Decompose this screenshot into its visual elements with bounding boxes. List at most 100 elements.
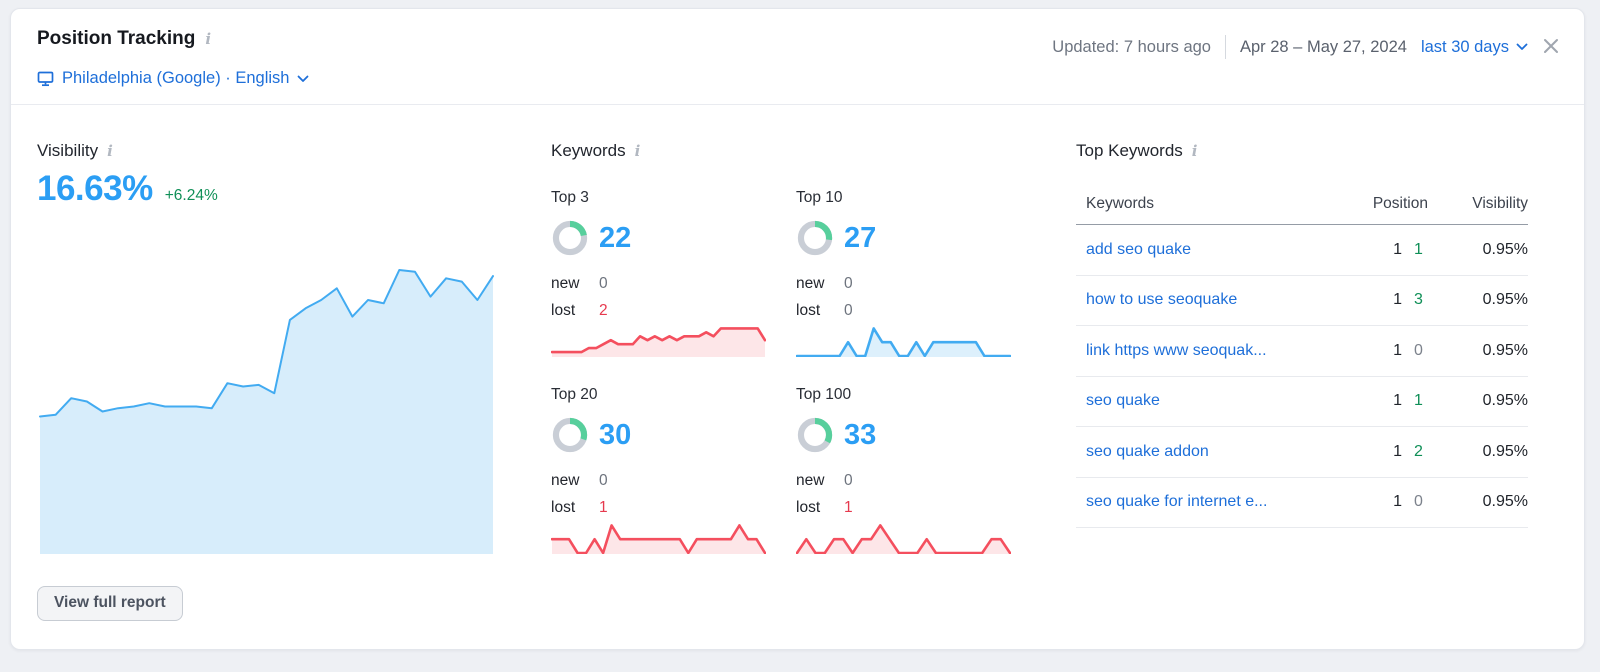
period-label: last 30 days bbox=[1421, 38, 1509, 57]
lost-value: 2 bbox=[599, 297, 608, 324]
lost-label: lost bbox=[796, 297, 828, 324]
top-100-sparkline-chart[interactable] bbox=[796, 520, 1011, 554]
visibility-value: 16.63% bbox=[37, 169, 153, 209]
new-label: new bbox=[796, 467, 828, 494]
card-stat-row: 27 bbox=[796, 218, 1011, 258]
close-icon[interactable] bbox=[1542, 37, 1560, 55]
page-title: Position Tracking bbox=[37, 28, 195, 50]
top-keywords-section-title: Top Keywords i bbox=[1076, 141, 1197, 161]
new-label: new bbox=[551, 467, 583, 494]
position-value: 1 bbox=[1393, 493, 1402, 511]
chevron-down-icon bbox=[297, 75, 309, 83]
keyword-card-top-3: Top 3 22 new 0 lost 2 bbox=[551, 189, 766, 357]
new-value: 0 bbox=[844, 270, 853, 297]
table-row: add seo quake110.95% bbox=[1076, 225, 1528, 276]
info-icon[interactable]: i bbox=[107, 144, 113, 159]
column-header-visibility: Visibility bbox=[1428, 195, 1528, 213]
keyword-count[interactable]: 33 bbox=[844, 419, 876, 452]
position-tracking-widget: Position Tracking i Philadelphia (Google… bbox=[10, 8, 1585, 650]
visibility-value: 0.95% bbox=[1428, 443, 1528, 461]
card-meta: new 0 lost 1 bbox=[551, 467, 766, 521]
card-meta: new 0 lost 2 bbox=[551, 270, 766, 324]
table-row: seo quake addon 120.95% bbox=[1076, 427, 1528, 478]
campaign-selector[interactable]: Philadelphia (Google) · English bbox=[37, 69, 309, 88]
updated-status: Updated: 7 hours ago bbox=[1052, 38, 1211, 57]
card-label: Top 3 bbox=[551, 189, 766, 207]
keyword-card-top-100: Top 10033new0lost1 bbox=[796, 386, 1011, 554]
view-full-report-button[interactable]: View full report bbox=[37, 586, 183, 621]
table-header-row: Keywords Position Visibility bbox=[1076, 183, 1528, 225]
info-icon[interactable]: i bbox=[635, 144, 641, 159]
new-label: new bbox=[796, 270, 828, 297]
lost-label: lost bbox=[551, 494, 583, 521]
info-icon[interactable]: i bbox=[1192, 144, 1198, 159]
keyword-count[interactable]: 30 bbox=[599, 419, 631, 452]
position-cell: 13 bbox=[1338, 291, 1428, 309]
visibility-delta: +6.24% bbox=[165, 187, 218, 205]
info-icon[interactable]: i bbox=[205, 32, 211, 47]
visibility-value: 0.95% bbox=[1428, 342, 1528, 360]
position-cell: 10 bbox=[1338, 342, 1428, 360]
position-delta: 1 bbox=[1414, 392, 1428, 410]
position-delta: 1 bbox=[1414, 241, 1428, 259]
top-20-sparkline-chart[interactable] bbox=[551, 520, 766, 554]
top-keywords-label: Top Keywords bbox=[1076, 141, 1183, 161]
donut-chart-icon bbox=[551, 219, 589, 257]
position-cell: 12 bbox=[1338, 443, 1428, 461]
keyword-link[interactable]: seo quake for internet e... bbox=[1086, 493, 1267, 510]
card-meta: new 0lost1 bbox=[796, 467, 1011, 521]
card-label: Top 20 bbox=[551, 386, 766, 404]
table-row: link https www seoquak... 100.95% bbox=[1076, 326, 1528, 377]
column-header-keywords: Keywords bbox=[1076, 195, 1338, 213]
new-value: 0 bbox=[599, 270, 608, 297]
top-3-sparkline-chart[interactable] bbox=[551, 323, 766, 357]
lost-row: lost1 bbox=[796, 494, 1011, 521]
keyword-link[interactable]: how to use seoquake bbox=[1086, 291, 1237, 308]
position-value: 1 bbox=[1393, 443, 1402, 461]
keyword-card-top-20: Top 20 30 new 0 lost 1 bbox=[551, 386, 766, 554]
widget-title-row: Position Tracking i bbox=[37, 28, 211, 50]
position-value: 1 bbox=[1393, 342, 1402, 360]
donut-chart-icon bbox=[551, 416, 589, 454]
vertical-divider bbox=[1225, 35, 1226, 59]
keyword-link[interactable]: link https www seoquak... bbox=[1086, 342, 1267, 359]
new-row: new 0 bbox=[551, 270, 766, 297]
position-delta: 2 bbox=[1414, 443, 1428, 461]
new-row: new 0 bbox=[551, 467, 766, 494]
keyword-link[interactable]: add seo quake bbox=[1086, 241, 1191, 258]
position-delta: 0 bbox=[1414, 342, 1428, 360]
donut-chart-icon bbox=[796, 416, 834, 454]
position-cell: 10 bbox=[1338, 493, 1428, 511]
lost-value: 1 bbox=[599, 494, 608, 521]
lost-row: lost 2 bbox=[551, 297, 766, 324]
keyword-count[interactable]: 22 bbox=[599, 222, 631, 255]
new-value: 0 bbox=[599, 467, 608, 494]
keyword-count[interactable]: 27 bbox=[844, 222, 876, 255]
keyword-link[interactable]: seo quake addon bbox=[1086, 443, 1209, 460]
position-value: 1 bbox=[1393, 291, 1402, 309]
visibility-value: 0.95% bbox=[1428, 392, 1528, 410]
header-meta: Updated: 7 hours ago Apr 28 – May 27, 20… bbox=[1052, 35, 1528, 59]
new-value: 0 bbox=[844, 467, 853, 494]
lost-value: 1 bbox=[844, 494, 853, 521]
keywords-label: Keywords bbox=[551, 141, 626, 161]
new-label: new bbox=[551, 270, 583, 297]
period-dropdown[interactable]: last 30 days bbox=[1421, 38, 1528, 57]
chevron-down-icon bbox=[1516, 43, 1528, 51]
visibility-value: 0.95% bbox=[1428, 241, 1528, 259]
visibility-value: 0.95% bbox=[1428, 291, 1528, 309]
card-stat-row: 33 bbox=[796, 415, 1011, 455]
lost-label: lost bbox=[551, 297, 583, 324]
table-row: seo quake110.95% bbox=[1076, 377, 1528, 428]
position-delta: 3 bbox=[1414, 291, 1428, 309]
keyword-link[interactable]: seo quake bbox=[1086, 392, 1160, 409]
table-body: add seo quake110.95%how to use seoquake1… bbox=[1076, 225, 1528, 528]
position-value: 1 bbox=[1393, 392, 1402, 410]
visibility-summary: 16.63% +6.24% bbox=[37, 169, 218, 209]
top-10-sparkline-chart[interactable] bbox=[796, 323, 1011, 357]
keywords-cards-grid: Top 322new0lost2Top 1027new0lost0Top 203… bbox=[551, 189, 1011, 554]
card-meta: new0lost0 bbox=[796, 270, 1011, 324]
column-header-position: Position bbox=[1338, 195, 1428, 213]
visibility-area-chart[interactable] bbox=[39, 256, 494, 554]
card-stat-row: 30 bbox=[551, 415, 766, 455]
